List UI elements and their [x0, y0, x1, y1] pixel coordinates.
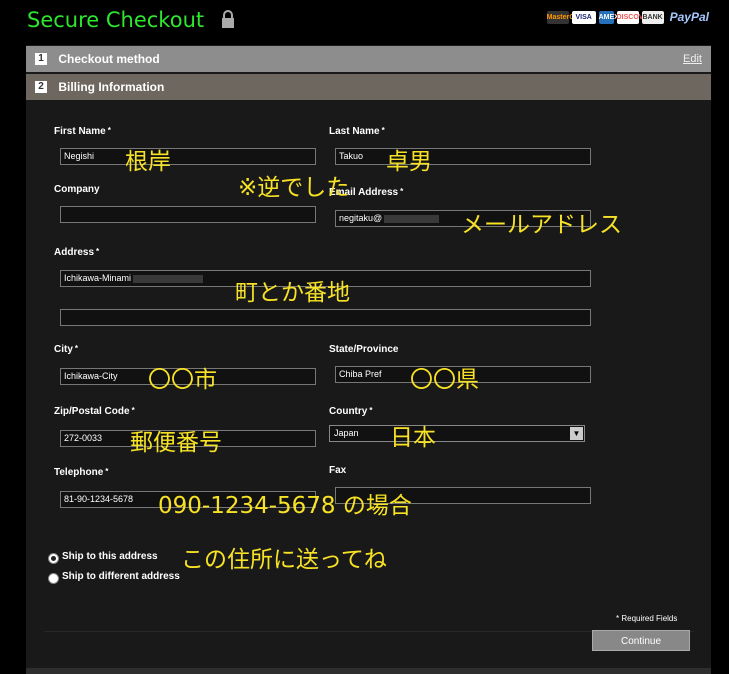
checkout-panel: 1 Checkout method Edit 2 Billing Informa… — [26, 45, 711, 674]
required-fields-note: * Required Fields — [616, 614, 678, 623]
country-label: Country * — [329, 406, 373, 417]
annotation-city: 〇〇市 — [148, 367, 217, 393]
first-name-label: First Name * — [54, 126, 111, 137]
step-label: Checkout method — [58, 52, 160, 66]
company-label: Company — [54, 184, 100, 195]
ship-to-this-address-radio[interactable] — [48, 553, 59, 564]
country-select[interactable]: Japan ▼ — [329, 425, 585, 442]
ship-to-this-address-label[interactable]: Ship to this address — [62, 551, 158, 562]
city-label: City * — [54, 344, 79, 355]
mastercard-icon: MasterCard — [546, 10, 585, 24]
company-field[interactable] — [60, 206, 316, 223]
zip-label: Zip/Postal Code * — [54, 406, 135, 417]
last-name-label: Last Name * — [329, 126, 385, 137]
ship-to-different-address-radio[interactable] — [48, 573, 59, 584]
panel-bottom-bar — [26, 668, 711, 674]
bank-icon: BANK — [641, 10, 664, 24]
payment-methods: MasterCard VISA AMEX DISCOVER BANK PayPa… — [546, 10, 709, 24]
annotation-first-name: 根岸 — [125, 149, 171, 175]
fax-label: Fax — [329, 465, 347, 476]
annotation-telephone: 090-1234-5678 の場合 — [158, 493, 412, 519]
amex-icon: AMEX — [598, 10, 619, 24]
first-name-field[interactable]: Negishi — [60, 148, 316, 165]
telephone-label: Telephone * — [54, 467, 109, 478]
annotation-address: 町とか番地 — [235, 280, 350, 306]
annotation-ship: この住所に送ってね — [181, 547, 387, 573]
address-label: Address * — [54, 247, 100, 258]
page-title: Secure Checkout — [27, 8, 205, 32]
chevron-down-icon[interactable]: ▼ — [570, 427, 583, 440]
annotation-email: メールアドレス — [461, 212, 622, 238]
edit-link[interactable]: Edit — [683, 46, 702, 72]
annotation-reversed: ※逆でした — [238, 175, 350, 201]
lock-icon — [222, 10, 234, 28]
last-name-field[interactable]: Takuo — [335, 148, 591, 165]
paypal-logo: PayPal — [669, 10, 709, 24]
annotation-state: 〇〇県 — [410, 367, 479, 393]
state-label: State/Province — [329, 344, 399, 355]
step-number: 2 — [35, 80, 47, 93]
annotation-last-name: 卓男 — [386, 149, 432, 175]
step-checkout-method[interactable]: 1 Checkout method Edit — [26, 46, 711, 72]
ship-to-different-address-label[interactable]: Ship to different address — [62, 571, 180, 582]
step-number: 1 — [35, 52, 47, 65]
annotation-zip: 郵便番号 — [130, 430, 222, 456]
step-label: Billing Information — [58, 80, 165, 94]
visa-icon: VISA — [571, 10, 596, 24]
discover-icon: DISCOVER — [616, 10, 653, 24]
address-line2-field[interactable] — [60, 309, 591, 326]
annotation-country: 日本 — [390, 425, 436, 451]
step-billing-information[interactable]: 2 Billing Information — [26, 74, 711, 100]
continue-button[interactable]: Continue — [592, 630, 690, 651]
